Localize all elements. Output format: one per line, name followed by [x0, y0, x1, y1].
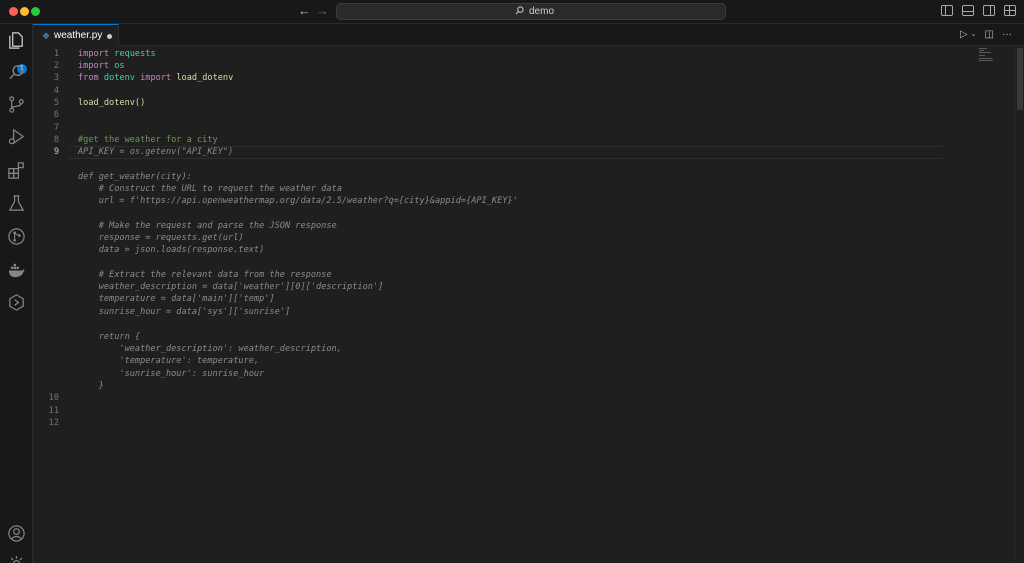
chevron-down-icon[interactable]: ⌄: [971, 29, 977, 41]
line-number: 3: [53, 73, 59, 83]
suggestion-line: 'sunrise_hour': sunrise_hour: [78, 369, 265, 379]
suggestion-line: # Make the request and parse the JSON re…: [78, 221, 337, 231]
minimap-line: [979, 48, 987, 49]
maximize-window-button[interactable]: [31, 7, 40, 16]
run-icon[interactable]: ▷: [960, 29, 968, 41]
code-line: load_dotenv(): [78, 98, 146, 108]
editor-actions: ▷ ⌄ ◫ ···: [960, 29, 1012, 41]
git-graph-icon[interactable]: [7, 227, 26, 246]
minimap-line: [979, 60, 993, 61]
suggestion-line: def get_weather(city):: [78, 172, 192, 182]
account-icon[interactable]: [7, 524, 26, 543]
minimap-line: [979, 55, 985, 56]
command-center-search[interactable]: demo: [336, 3, 726, 20]
search-icon: [515, 6, 524, 15]
code-line: import os: [78, 61, 125, 71]
line-number: 4: [53, 86, 59, 96]
suggestion-line: weather_description = data['weather'][0]…: [78, 282, 384, 292]
vertical-scrollbar[interactable]: [1014, 46, 1024, 563]
layout-controls: [941, 5, 1016, 19]
tab-weather-py[interactable]: ❖ weather.py: [33, 24, 119, 46]
run-debug-icon[interactable]: [7, 127, 26, 146]
suggestion-line: # Construct the URL to request the weath…: [78, 184, 342, 194]
code-editor[interactable]: 1 2 3 4 5 6 7 8 9 10 11 12 import reques…: [33, 46, 1024, 563]
suggestion-line: response = requests.get(url): [78, 233, 244, 243]
code-line: from dotenv import load_dotenv: [78, 73, 234, 83]
suggestion-line: }: [78, 381, 104, 391]
customize-layout-icon[interactable]: [1004, 5, 1016, 16]
minimap-line: [979, 50, 984, 51]
minimap[interactable]: [979, 46, 1009, 76]
suggestion-line: sunrise_hour = data['sys']['sunrise']: [78, 307, 291, 317]
source-control-icon[interactable]: [7, 95, 26, 114]
title-bar: ← → demo: [0, 0, 1024, 24]
line-number: 12: [48, 418, 59, 428]
suggestion-line: 'weather_description': weather_descripti…: [78, 344, 342, 354]
line-number: 11: [48, 406, 59, 416]
toggle-secondary-sidebar-icon[interactable]: [983, 5, 995, 16]
editor-tab-bar: ❖ weather.py ▷ ⌄ ◫ ···: [33, 24, 1024, 46]
minimize-window-button[interactable]: [20, 7, 29, 16]
split-editor-icon[interactable]: ◫: [985, 29, 994, 41]
code-line-active: API_KEY = os.getenv("API_KEY"): [78, 147, 234, 157]
line-number: 7: [53, 123, 59, 133]
suggestion-line: return {: [78, 332, 141, 342]
suggestion-line: temperature = data['main']['temp']: [78, 294, 275, 304]
unsaved-indicator-icon[interactable]: [107, 34, 112, 39]
activity-bar: 1: [0, 24, 33, 563]
extensions-icon[interactable]: [7, 161, 26, 180]
testing-icon[interactable]: [7, 194, 26, 213]
line-number: 1: [53, 49, 59, 59]
tab-label: weather.py: [54, 30, 103, 41]
command-center-text: demo: [529, 6, 555, 17]
line-number-active: 9: [53, 147, 59, 157]
back-arrow-icon[interactable]: ←: [298, 3, 311, 19]
settings-gear-icon[interactable]: [7, 554, 26, 563]
code-line: import requests: [78, 49, 156, 59]
line-number: 2: [53, 61, 59, 71]
line-number: 5: [53, 98, 59, 108]
suggestion-line: # Extract the relevant data from the res…: [78, 270, 332, 280]
minimap-line: [979, 58, 992, 59]
toggle-primary-sidebar-icon[interactable]: [941, 5, 953, 16]
code-line: #get the weather for a city: [78, 135, 218, 145]
minimap-line: [979, 52, 991, 53]
toggle-panel-icon[interactable]: [962, 5, 974, 16]
suggestion-line: 'temperature': temperature,: [78, 356, 260, 366]
suggestion-line: data = json.loads(response.text): [78, 245, 265, 255]
suggestion-line: url = f'https://api.openweathermap.org/d…: [78, 196, 518, 206]
more-actions-icon[interactable]: ···: [1002, 29, 1012, 41]
close-window-button[interactable]: [9, 7, 18, 16]
search-icon[interactable]: [7, 63, 26, 82]
forward-arrow-icon[interactable]: →: [316, 3, 329, 19]
line-number: 10: [48, 393, 59, 403]
explorer-icon[interactable]: [7, 31, 26, 50]
line-number: 6: [53, 110, 59, 120]
line-number: 8: [53, 135, 59, 145]
scrollbar-thumb[interactable]: [1017, 48, 1023, 110]
remote-explorer-icon[interactable]: [7, 293, 26, 312]
python-file-icon: ❖: [42, 31, 51, 41]
docker-icon[interactable]: [7, 261, 26, 280]
